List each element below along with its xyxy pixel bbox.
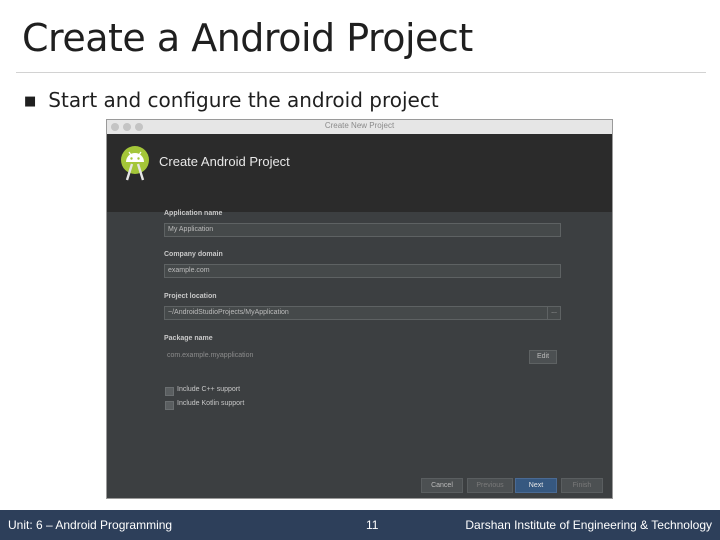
finish-button[interactable]: Finish xyxy=(561,478,603,493)
title-divider xyxy=(16,72,706,73)
window-titlebar: Create New Project xyxy=(107,120,612,134)
bullet-point: ■ Start and configure the android project xyxy=(24,88,439,112)
slide-footer: Unit: 6 – Android Programming 11 Darshan… xyxy=(0,510,720,540)
square-bullet-icon: ■ xyxy=(24,94,37,109)
company-domain-label: Company domain xyxy=(164,251,223,258)
company-domain-input[interactable]: example.com xyxy=(164,264,561,278)
footer-institute-text: Darshan Institute of Engineering & Techn… xyxy=(465,518,712,532)
footer-unit-text: Unit: 6 – Android Programming xyxy=(8,518,173,532)
dialog-heading: Create Android Project xyxy=(159,154,290,169)
cancel-button[interactable]: Cancel xyxy=(421,478,463,493)
slide-title: Create a Android Project xyxy=(22,16,473,60)
include-kotlin-label: Include Kotlin support xyxy=(177,400,245,407)
next-button[interactable]: Next xyxy=(515,478,557,493)
footer-page-number: 11 xyxy=(366,518,379,532)
android-studio-logo-icon xyxy=(121,146,149,181)
include-kotlin-checkbox[interactable] xyxy=(165,401,174,410)
edit-package-button[interactable]: Edit xyxy=(529,350,557,364)
browse-location-button[interactable]: ... xyxy=(547,307,560,319)
application-name-label: Application name xyxy=(164,210,223,217)
include-cpp-checkbox[interactable] xyxy=(165,387,174,396)
window-title: Create New Project xyxy=(324,121,395,130)
previous-button[interactable]: Previous xyxy=(467,478,513,493)
dialog-header: Create Android Project xyxy=(107,134,612,212)
create-project-window: Create New Project Create Android Projec… xyxy=(107,120,612,498)
project-location-input[interactable]: ~/AndroidStudioProjects/MyApplication ..… xyxy=(164,306,561,320)
bullet-text: Start and configure the android project xyxy=(48,88,439,112)
application-name-input[interactable]: My Application xyxy=(164,223,561,237)
project-location-label: Project location xyxy=(164,293,217,300)
project-location-value: ~/AndroidStudioProjects/MyApplication xyxy=(168,309,289,316)
package-name-value: com.example.myapplication xyxy=(167,352,254,359)
package-name-label: Package name xyxy=(164,335,213,342)
include-cpp-label: Include C++ support xyxy=(177,386,241,393)
